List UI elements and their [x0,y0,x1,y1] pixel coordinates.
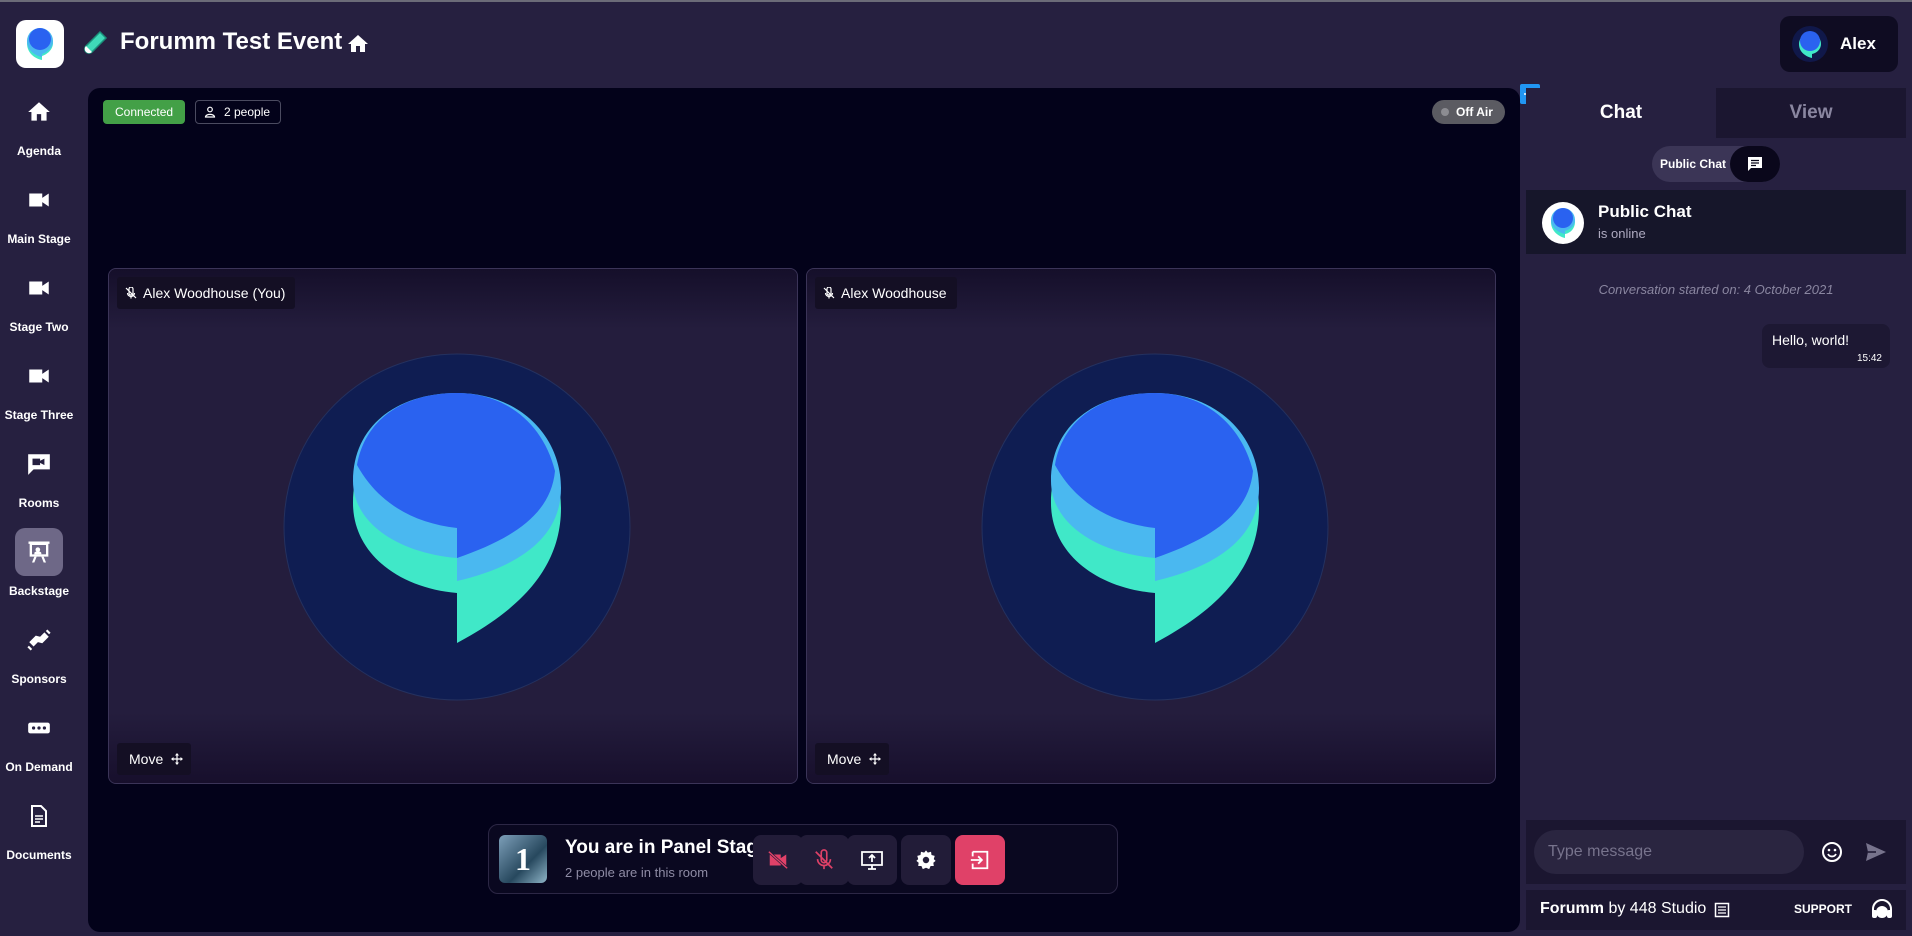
brand-name: Forumm [1540,900,1604,917]
sidebar-item-sponsors[interactable]: Sponsors [0,608,78,696]
mic-off-icon [815,849,833,870]
event-title: Forumm Test Event [120,28,343,55]
move-icon [869,753,882,765]
ellipsis-box-icon [15,704,63,752]
chat-message: Hello, world! 15:42 [1762,324,1890,368]
user-menu[interactable]: Alex [1780,16,1898,72]
sidebar-item-backstage[interactable]: Backstage [0,520,78,608]
tile-bottom-gradient [807,713,1495,783]
sidebar-item-documents[interactable]: Documents [0,784,78,872]
tile-bottom-gradient [109,713,797,783]
chat-room-status: is online [1598,226,1646,241]
chat-room-name: Public Chat [1598,202,1692,221]
settings-button[interactable] [901,835,951,885]
share-screen-button[interactable] [847,835,897,885]
exit-icon [970,850,989,870]
sidebar-item-label: Stage Two [9,320,69,334]
move-button[interactable]: Move [117,743,192,775]
participant-avatar [283,353,631,701]
video-icon [15,352,63,400]
support-headset-icon[interactable] [1870,898,1894,922]
room-subtitle: 2 people are in this room [565,865,709,880]
emoji-icon[interactable] [1820,840,1844,864]
move-icon [171,753,184,765]
people-count-label: 2 people [224,105,271,119]
video-icon [15,176,63,224]
participant-name: Alex Woodhouse (You) [143,285,286,301]
chat-video-icon [15,440,63,488]
message-time: 15:42 [1856,353,1882,364]
off-air-badge: Off Air [1432,100,1505,124]
microphone-toggle-button[interactable] [799,835,849,885]
chat-room-avatar [1542,202,1584,244]
message-input[interactable] [1534,830,1804,874]
handshake-icon [15,616,63,664]
video-tile[interactable]: Alex Woodhouse Move [806,268,1496,784]
sidebar-item-label: Sponsors [11,672,67,686]
room-control-bar: 1 You are in Panel Stage 1 2 people are … [488,824,1118,894]
presentation-icon [15,528,63,576]
sidebar-item-stage-two[interactable]: Stage Two [0,256,78,344]
channel-pill-label: Public Chat [1660,157,1727,171]
tab-chat[interactable]: Chat [1526,88,1716,138]
video-tile[interactable]: Alex Woodhouse (You) Move [108,268,798,784]
avatar [1792,26,1828,62]
sidebar-item-label: Backstage [8,584,70,598]
people-count-badge[interactable]: 2 people [195,100,282,124]
document-icon [15,792,63,840]
chat-room-header[interactable]: Public Chat is online [1526,190,1906,254]
footer: Forumm by 448 Studio SUPPORT [1526,890,1906,930]
stage-area: Connected 2 people Off Air Alex Woodhous… [88,88,1520,932]
participant-avatar [981,353,1329,701]
tab-view[interactable]: View [1716,88,1906,138]
room-thumbnail: 1 [499,835,547,883]
conversation-start-note: Conversation started on: 4 October 2021 [1598,282,1834,297]
sidebar-item-main-stage[interactable]: Main Stage [0,168,78,256]
mic-off-icon [823,287,835,299]
forumm-logo[interactable] [16,20,64,68]
brand-byline: by 448 Studio [1608,900,1707,917]
gear-icon [916,850,936,870]
sidebar-item-rooms[interactable]: Rooms [0,432,78,520]
screen-share-icon [861,851,883,870]
user-name: Alex [1840,34,1876,53]
person-icon [204,106,216,118]
room-title: You are in Panel Stage 1 [565,837,785,858]
camera-toggle-button[interactable] [753,835,803,885]
sidebar-item-label: On Demand [5,760,73,774]
channel-switcher[interactable]: Public Chat [1652,146,1780,182]
terms-icon[interactable] [1714,902,1730,918]
sidebar-item-label: Stage Three [4,408,74,422]
top-bar: Forumm Test Event Alex [0,0,1912,80]
connection-status-badge: Connected [103,100,186,124]
move-label: Move [827,751,862,767]
sidebar-item-agenda[interactable]: Agenda [0,80,78,168]
move-label: Move [129,751,164,767]
sidebar-item-label: Agenda [16,144,61,158]
footer-brand[interactable]: Forumm by 448 Studio [1540,900,1706,918]
participant-name: Alex Woodhouse [841,285,947,301]
home-icon [15,88,63,136]
move-button[interactable]: Move [815,743,890,775]
support-link[interactable]: SUPPORT [1794,902,1852,916]
test-tube-icon [84,30,108,54]
sidebar-item-on-demand[interactable]: On Demand [0,696,78,784]
leave-room-button[interactable] [955,835,1005,885]
send-icon[interactable] [1864,840,1888,864]
message-composer [1526,820,1906,884]
video-icon [15,264,63,312]
participant-name-tag: Alex Woodhouse (You) [117,277,296,309]
sidebar-item-label: Documents [6,848,72,862]
mic-off-icon [125,287,137,299]
camera-off-icon [767,850,789,870]
chat-bubble-icon[interactable] [1730,146,1780,182]
home-icon[interactable] [346,32,370,56]
sidebar-item-label: Rooms [18,496,60,510]
message-text: Hello, world! [1772,332,1850,348]
sidebar-item-stage-three[interactable]: Stage Three [0,344,78,432]
chat-panel: Chat View Public Chat Public Chat is onl… [1526,88,1906,884]
participant-name-tag: Alex Woodhouse [815,277,957,309]
sidebar-item-label: Main Stage [7,232,71,246]
sidebar-nav: Agenda Main Stage Stage Two Stage Three … [0,80,78,936]
